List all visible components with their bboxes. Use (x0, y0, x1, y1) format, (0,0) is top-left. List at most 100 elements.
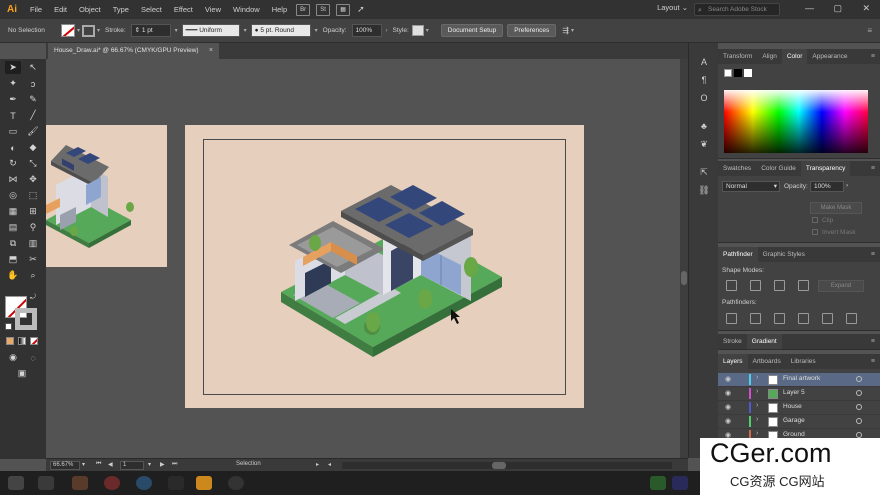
menu-file[interactable]: File (24, 0, 48, 19)
maximize-icon[interactable]: ▢ (833, 3, 842, 14)
target-icon[interactable] (856, 418, 862, 424)
menu-select[interactable]: Select (135, 0, 168, 19)
column-graph-tool-icon[interactable]: ▥ (25, 237, 41, 250)
stroke-swatch[interactable] (82, 24, 96, 37)
brush-definition[interactable]: ● 5 pt. Round (250, 24, 311, 37)
color-spectrum[interactable] (724, 90, 868, 153)
arrange-documents-icon[interactable]: ▦ (336, 3, 351, 16)
unite-icon[interactable] (726, 280, 737, 291)
panel-menu-icon[interactable]: ≡ (871, 165, 875, 172)
document-tab[interactable]: House_Draw.ai* @ 66.67% (CMYK/GPU Previe… (48, 43, 220, 59)
default-colors-icon[interactable] (5, 323, 12, 330)
tab-transform[interactable]: Transform (718, 49, 757, 64)
illustrator-taskbar-icon[interactable] (196, 476, 212, 490)
puppet-warp-tool-icon[interactable]: ✥ (25, 173, 41, 186)
scrollbar-thumb[interactable] (681, 271, 687, 285)
chevron-down-icon[interactable]: ▾ (175, 27, 178, 34)
tab-layers[interactable]: Layers (718, 354, 748, 369)
gradient-mode-icon[interactable] (18, 337, 26, 345)
chevron-right-icon[interactable]: › (846, 182, 848, 189)
draw-mode-icon[interactable]: ◉ (5, 351, 21, 364)
panel-menu-icon[interactable]: ≡ (871, 53, 875, 60)
invert-mask-checkbox[interactable] (812, 229, 818, 235)
chevron-down-icon[interactable]: ▾ (97, 27, 100, 34)
line-tool-icon[interactable]: ╱ (25, 109, 41, 122)
stroke-weight-field[interactable]: ⇕ 1 pt (130, 24, 171, 37)
control-panel-menu-icon[interactable]: ≡ (867, 26, 872, 35)
tab-align[interactable]: Align (757, 49, 781, 64)
color-white-swatch[interactable] (744, 69, 752, 77)
workspace-switcher[interactable]: Layout ⌄ (657, 3, 688, 12)
swap-fill-stroke-icon[interactable]: ⤾ (30, 294, 36, 302)
tab-libraries[interactable]: Libraries (786, 354, 821, 369)
canvas-area[interactable] (46, 59, 680, 458)
shape-builder-tool-icon[interactable]: ◎ (5, 189, 21, 202)
eye-icon[interactable]: ◉ (725, 375, 731, 383)
taskbar-app-icon[interactable] (168, 476, 184, 490)
magic-wand-tool-icon[interactable]: ✦ (5, 77, 21, 90)
character-panel-icon[interactable]: A (697, 55, 711, 69)
slice-tool-icon[interactable]: ✂ (25, 253, 41, 266)
outline-icon[interactable] (822, 313, 833, 324)
chevron-right-icon[interactable]: › (756, 388, 758, 395)
width-tool-icon[interactable]: ⋈ (5, 173, 21, 186)
make-mask-button[interactable]: Make Mask (810, 202, 862, 214)
opacity-input[interactable]: 100% (810, 181, 844, 192)
artboard-tool-icon[interactable]: ⬒ (5, 253, 21, 266)
layer-row[interactable]: ◉ › Garage (718, 415, 880, 429)
stock-search-input[interactable]: ⌕ Search Adobe Stock (694, 3, 780, 16)
close-icon[interactable]: ✕ (862, 3, 870, 14)
hand-tool-icon[interactable]: ✋ (5, 269, 21, 282)
stock-icon[interactable]: St (316, 3, 331, 16)
trim-icon[interactable] (750, 313, 761, 324)
color-none-swatch[interactable] (724, 69, 732, 77)
merge-icon[interactable] (774, 313, 785, 324)
symbols-panel-icon[interactable]: ❦ (697, 137, 711, 151)
type-tool-icon[interactable]: T (5, 109, 21, 122)
color-black-swatch[interactable] (734, 69, 742, 77)
lasso-tool-icon[interactable]: ↄ (25, 77, 41, 90)
tab-gradient[interactable]: Gradient (746, 334, 782, 349)
tab-color[interactable]: Color (781, 49, 808, 64)
scale-tool-icon[interactable]: ⤡ (25, 157, 41, 170)
chevron-down-icon[interactable]: ▾ (77, 27, 80, 34)
taskbar-app-icon[interactable] (228, 476, 244, 490)
taskbar-app-icon[interactable] (650, 476, 666, 490)
shaper-tool-icon[interactable]: ◐ (5, 141, 21, 154)
gpu-rocket-icon[interactable]: ➚ (357, 4, 365, 15)
chevron-down-icon[interactable]: ▾ (315, 27, 318, 34)
layer-row[interactable]: ◉ › House (718, 401, 880, 415)
taskbar-app-icon[interactable] (104, 476, 120, 490)
tab-transparency[interactable]: Transparency (800, 161, 851, 176)
taskbar-app-icon[interactable] (38, 476, 54, 490)
chevron-down-icon[interactable]: ▾ (571, 27, 574, 34)
clip-checkbox[interactable] (812, 217, 818, 223)
menu-help[interactable]: Help (266, 0, 293, 19)
rectangle-tool-icon[interactable]: ▭ (5, 125, 21, 138)
panel-menu-icon[interactable]: ≡ (871, 251, 875, 258)
chevron-right-icon[interactable]: › (756, 374, 758, 381)
scrollbar-thumb[interactable] (492, 462, 506, 469)
exclude-icon[interactable] (798, 280, 809, 291)
color-mode-icon[interactable] (6, 337, 14, 345)
horizontal-scrollbar[interactable] (342, 462, 672, 469)
paragraph-panel-icon[interactable]: ¶ (697, 73, 711, 87)
tab-swatches[interactable]: Swatches (718, 161, 756, 176)
scroll-left-icon[interactable]: ◂ (328, 461, 331, 468)
taskbar-app-icon[interactable] (72, 476, 88, 490)
divide-icon[interactable] (726, 313, 737, 324)
eyedropper-tool-icon[interactable]: ⚲ (25, 221, 41, 234)
tab-pathfinder[interactable]: Pathfinder (718, 247, 758, 262)
opacity-label[interactable]: Opacity: (323, 27, 347, 34)
blend-tool-icon[interactable]: ⧉ (5, 237, 21, 250)
target-icon[interactable] (856, 376, 862, 382)
bridge-icon[interactable]: Br (296, 3, 311, 16)
taskbar-app-icon[interactable] (672, 476, 688, 490)
tab-stroke[interactable]: Stroke (718, 334, 747, 349)
chevron-down-icon[interactable]: ▾ (82, 461, 85, 468)
taskbar-app-icon[interactable] (136, 476, 152, 490)
links-panel-icon[interactable]: ⛓ (697, 183, 711, 197)
next-artboard-icon[interactable]: ▶ (160, 461, 165, 468)
chevron-right-icon[interactable]: › (386, 28, 388, 34)
layer-row[interactable]: ◉ › Final artwork (718, 373, 880, 387)
